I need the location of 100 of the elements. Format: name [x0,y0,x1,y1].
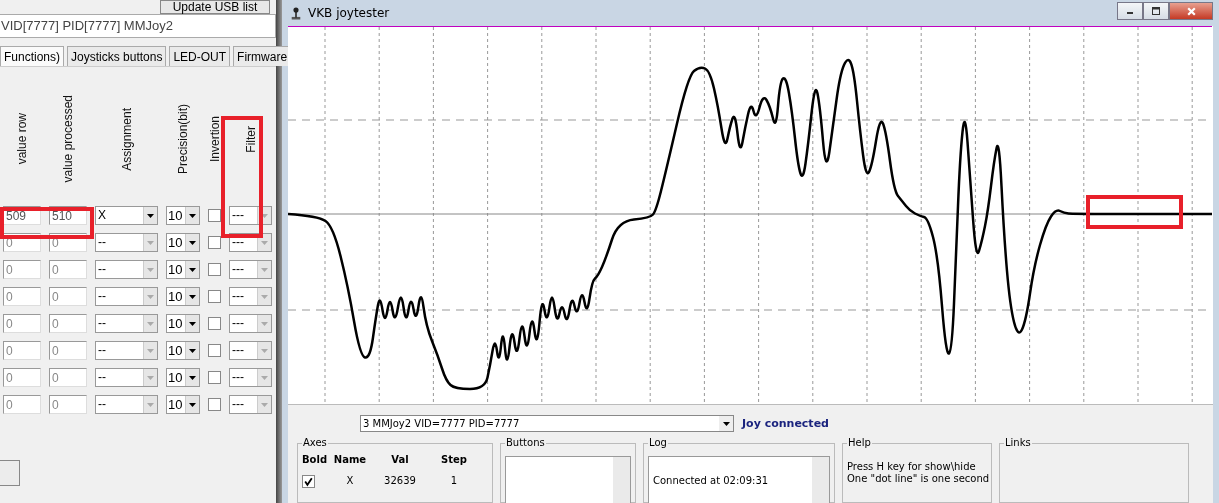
dropdown-arrow-icon [722,421,730,426]
invertion-checkbox[interactable] [208,236,221,249]
assignment-dropdown[interactable]: -- [95,233,158,252]
column-header: Name [332,454,368,465]
dropdown-arrow-icon [261,375,268,380]
value-processed-field[interactable]: 0 [49,260,87,279]
precision-dropdown[interactable]: 10 [166,206,200,225]
assignment-dropdown[interactable]: -- [95,395,158,414]
dropdown-arrow-icon [147,375,154,380]
assignment-dropdown[interactable]: -- [95,368,158,387]
log-entry: Connected at 02:09:31 [653,475,769,486]
column-header: value row [15,113,29,165]
precision-dropdown[interactable]: 10 [166,341,200,360]
group-title: Log [648,437,668,448]
help-text: One "dot line" is one second [847,473,987,485]
filter-dropdown[interactable]: --- [229,206,272,225]
buttons-list[interactable] [505,456,631,503]
value-processed-field[interactable]: 0 [49,287,87,306]
connection-status: Joy connected [742,417,829,430]
axis-step: 1 [428,475,480,490]
column-header: value processed [61,95,75,183]
dropdown-arrow-icon [147,240,154,245]
dropdown-arrow-icon [189,348,196,353]
dropdown-arrow-icon [261,348,268,353]
device-dropdown[interactable]: 3 MMJoy2 VID=7777 PID=7777 [360,415,734,432]
precision-dropdown[interactable]: 10 [166,395,200,414]
value-processed-field[interactable]: 0 [49,395,87,414]
assignment-dropdown[interactable]: -- [95,341,158,360]
assignment-dropdown[interactable]: X [95,206,158,225]
filter-dropdown[interactable]: --- [229,395,272,414]
minimize-button[interactable] [1117,2,1143,20]
column-header: Filter [243,125,258,153]
column-header: Bold [302,454,328,465]
value-processed-field[interactable]: 0 [49,341,87,360]
filter-dropdown[interactable]: --- [229,368,272,387]
close-button[interactable] [1169,2,1213,20]
invertion-checkbox[interactable] [208,371,221,384]
precision-dropdown[interactable]: 10 [166,314,200,333]
update-usb-button[interactable]: Update USB list [160,0,270,14]
scrollbar[interactable] [812,457,829,503]
assignment-dropdown[interactable]: -- [95,287,158,306]
value-processed-field[interactable]: 0 [49,368,87,387]
dropdown-arrow-icon [189,402,196,407]
dropdown-arrow-icon [189,213,196,218]
device-field[interactable]: VID[7777] PID[7777] MMJoy2 [0,14,276,38]
log-list[interactable]: Connected at 02:09:31 [648,456,830,503]
invertion-checkbox[interactable] [208,263,221,276]
value-row-field[interactable]: 0 [3,287,41,306]
value-row-field[interactable]: 0 [3,395,41,414]
invertion-checkbox[interactable] [208,209,221,222]
dropdown-arrow-icon [189,267,196,272]
invertion-checkbox[interactable] [208,398,221,411]
precision-dropdown[interactable]: 10 [166,287,200,306]
dropdown-arrow-icon [189,321,196,326]
assignment-dropdown[interactable]: -- [95,314,158,333]
invertion-checkbox[interactable] [208,344,221,357]
precision-dropdown[interactable]: 10 [166,260,200,279]
invertion-checkbox[interactable] [208,317,221,330]
dropdown-arrow-icon [147,402,154,407]
dropdown-arrow-icon [189,294,196,299]
value-row-field[interactable]: 0 [3,368,41,387]
tab[interactable]: Functions) [0,46,65,66]
dropdown-arrow-icon [147,321,154,326]
precision-dropdown[interactable]: 10 [166,233,200,252]
column-header: Precision(bit) [176,104,190,174]
maximize-icon [1151,6,1161,16]
dropdown-arrow-icon [261,267,268,272]
dropdown-arrow-icon [261,321,268,326]
dropdown-arrow-icon [147,213,154,218]
value-row-field[interactable]: 0 [3,314,41,333]
assignment-dropdown[interactable]: -- [95,260,158,279]
axis-name: X [345,475,355,488]
group-title: Links [1004,437,1032,448]
window-title: VKB joytester [308,6,390,20]
value-row-field[interactable]: 0 [3,341,41,360]
filter-dropdown[interactable]: --- [229,314,272,333]
column-header: Assignment [119,107,134,171]
button[interactable] [0,460,20,486]
value-row-field[interactable]: 0 [3,260,41,279]
close-icon [1185,5,1197,17]
dropdown-arrow-icon [147,267,154,272]
filter-dropdown[interactable]: --- [229,287,272,306]
column-header: Invertion [207,116,222,162]
bold-checkbox[interactable] [302,475,315,488]
invertion-checkbox[interactable] [208,290,221,303]
column-header: Step [440,454,468,465]
maximize-button[interactable] [1143,2,1169,20]
filter-dropdown[interactable]: --- [229,341,272,360]
tab[interactable]: LED-OUT [169,46,231,66]
value-processed-field[interactable]: 0 [49,314,87,333]
precision-dropdown[interactable]: 10 [166,368,200,387]
joystick-icon [290,5,302,21]
group-title: Help [847,437,872,448]
filter-dropdown[interactable]: --- [229,260,272,279]
dropdown-arrow-icon [189,240,196,245]
tab[interactable]: Joysticks buttons [67,46,167,66]
group-title: Axes [302,437,328,448]
dropdown-arrow-icon [261,240,268,245]
scrollbar[interactable] [613,457,630,503]
help-text: Press H key for show\hide [847,461,977,473]
